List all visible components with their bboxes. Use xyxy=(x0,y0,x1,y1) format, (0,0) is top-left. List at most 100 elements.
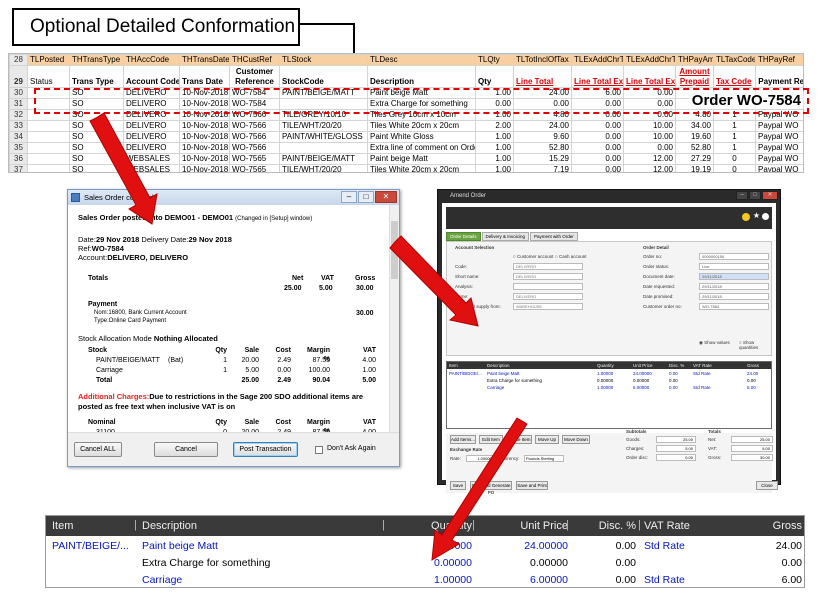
close-icon[interactable]: ✕ xyxy=(762,191,778,200)
column-divider[interactable]: | xyxy=(638,519,641,531)
account-field-input[interactable]: DELIVERO xyxy=(513,293,583,300)
sheet-cell[interactable]: 1.00 xyxy=(475,153,514,165)
grid-column-header[interactable]: Unit Price xyxy=(633,363,653,368)
move-up-button[interactable]: Move Up xyxy=(535,435,559,444)
save-button[interactable]: Save xyxy=(450,481,466,490)
column-header[interactable]: THCustRef xyxy=(229,54,280,66)
sheet-cell[interactable]: 10-Nov-2018 xyxy=(179,153,230,165)
label-cell[interactable]: Amount Prepaid xyxy=(675,65,714,88)
sheet-cell[interactable]: 9.60 xyxy=(513,131,572,143)
close-icon[interactable]: ✕ xyxy=(375,191,397,203)
tab-delivery-invoicing[interactable]: Delivery & Invoicing xyxy=(481,232,530,241)
sheet-cell[interactable]: 0.00 xyxy=(623,142,676,154)
sheet-cell[interactable]: DELIVERO xyxy=(123,131,180,143)
column-header[interactable]: TLTaxCode xyxy=(713,54,756,66)
sheet-cell[interactable]: 1 xyxy=(713,120,756,132)
sheet-cell[interactable]: 0 xyxy=(713,153,756,165)
order-field-input[interactable]: Live xyxy=(699,263,769,270)
zoom-column-header[interactable]: VAT Rate xyxy=(644,520,690,532)
zoom-column-header[interactable]: Description xyxy=(142,520,197,532)
label-cell[interactable]: Line Total xyxy=(513,65,572,88)
sheet-cell[interactable]: 2.00 xyxy=(475,120,514,132)
sheet-cell[interactable]: PAINT/BEIGE/MATT xyxy=(279,153,368,165)
column-header[interactable]: TLDesc xyxy=(367,54,476,66)
save-print-button[interactable]: Save and Print xyxy=(516,481,548,490)
delete-item-button[interactable]: Delete Item xyxy=(506,435,532,444)
grid-column-header[interactable]: VAT Rate xyxy=(693,363,712,368)
column-header[interactable]: THPayAmt xyxy=(675,54,714,66)
sheet-cell[interactable] xyxy=(27,142,70,154)
column-divider[interactable]: | xyxy=(382,519,385,531)
radio-show-quantities[interactable]: ○ Show quantities xyxy=(739,340,771,350)
label-cell[interactable]: Line Total Ex2 xyxy=(623,65,676,88)
sheet-cell[interactable]: 1 xyxy=(713,131,756,143)
sheet-cell[interactable]: 15.29 xyxy=(513,153,572,165)
zoom-row[interactable]: Carriage 1.00000 6.00000 0.00 Std Rate 6.00 xyxy=(46,572,804,589)
account-field-input[interactable] xyxy=(513,283,583,290)
sheet-cell[interactable]: 1.00 xyxy=(475,164,514,172)
column-header[interactable]: THTransType xyxy=(69,54,124,66)
sheet-cell[interactable]: 10-Nov-2018 xyxy=(179,131,230,143)
sheet-cell[interactable]: 10-Nov-2018 xyxy=(179,164,230,172)
column-header[interactable]: TLExAddChrTo xyxy=(571,54,624,66)
sheet-cell[interactable]: WEBSALES xyxy=(123,164,180,172)
sheet-cell[interactable]: 24.00 xyxy=(513,120,572,132)
zoom-column-header[interactable]: Gross xyxy=(726,520,802,532)
sheet-cell[interactable]: SO xyxy=(69,164,124,172)
order-field-input[interactable]: 29/11/2018 xyxy=(699,293,769,300)
radio-show-values[interactable]: ◉ Show values xyxy=(699,340,730,346)
account-field-input[interactable]: DELIVERO xyxy=(513,273,583,280)
label-cell[interactable]: Account Code xyxy=(123,65,180,88)
sheet-cell[interactable]: Paint beige Matt xyxy=(367,153,476,165)
sheet-cell[interactable]: 10-Nov-2018 xyxy=(179,142,230,154)
save-generate-po-button[interactable]: Save and Generate PO xyxy=(470,481,512,495)
minimize-icon[interactable]: – xyxy=(736,191,748,200)
column-header[interactable]: THAccCode xyxy=(123,54,180,66)
sheet-cell[interactable]: 12.00 xyxy=(623,153,676,165)
smiley-icon[interactable] xyxy=(742,213,750,221)
column-header[interactable]: TLStock xyxy=(279,54,368,66)
zoom-row[interactable]: PAINT/BEIGE/... Paint beige Matt 1.00000 24… xyxy=(46,538,804,555)
order-field-input[interactable]: 29/11/2018 xyxy=(699,283,769,290)
rate-input[interactable]: 1.000000 xyxy=(466,455,496,462)
grid-row[interactable]: Carriage 1.00000 6.00000 0.00 Std Rate 6.00 xyxy=(447,384,771,391)
zoom-row[interactable]: Extra Charge for something 0.00000 0.00000… xyxy=(46,555,804,572)
account-field-input[interactable]: DELIVERO xyxy=(513,263,583,270)
order-field-input[interactable]: WO-7584 xyxy=(699,303,769,310)
dialog-scrollbar[interactable] xyxy=(389,205,399,432)
sheet-cell[interactable]: Paypal WO xyxy=(755,142,803,154)
label-cell[interactable]: StockCode xyxy=(279,65,368,88)
sheet-cell[interactable]: Extra line of comment on Orde xyxy=(367,142,476,154)
sheet-cell[interactable]: PAINT/WHITE/GLOSS xyxy=(279,131,368,143)
label-cell[interactable]: Trans Type xyxy=(69,65,124,88)
order-field-input[interactable]: 29/11/2018 xyxy=(699,273,769,280)
maximize-icon[interactable]: □ xyxy=(358,191,374,203)
cancel-button[interactable]: Cancel xyxy=(154,442,218,457)
sheet-cell[interactable]: 0.00 xyxy=(571,120,624,132)
label-cell[interactable]: Payment Ref xyxy=(755,65,803,88)
sheet-cell[interactable]: WO-7566 xyxy=(229,142,280,154)
column-header[interactable]: THTransDate xyxy=(179,54,230,66)
cancel-all-button[interactable]: Cancel ALL xyxy=(74,442,122,457)
star-icon[interactable]: ★ xyxy=(753,211,760,220)
sheet-cell[interactable]: Tiles White 20cm x 20cm xyxy=(367,120,476,132)
column-header[interactable]: TLExAddChrTo xyxy=(623,54,676,66)
sheet-cell[interactable]: SO xyxy=(69,120,124,132)
sheet-cell[interactable]: 19.60 xyxy=(675,131,714,143)
close-button[interactable]: Close xyxy=(756,481,778,490)
grid-column-header[interactable]: Disc. % xyxy=(669,363,684,368)
column-header[interactable]: TLQty xyxy=(475,54,514,66)
add-items-button[interactable]: Add Items... xyxy=(450,435,476,444)
sheet-cell[interactable]: 0 xyxy=(713,164,756,172)
sheet-cell[interactable]: Paypal WO xyxy=(755,131,803,143)
sheet-cell[interactable]: DELIVERO xyxy=(123,142,180,154)
sheet-cell[interactable]: TILE/WHT/20/20 xyxy=(279,164,368,172)
grid-column-header[interactable]: Quantity xyxy=(597,363,614,368)
maximize-icon[interactable]: □ xyxy=(749,191,761,200)
zoom-column-header[interactable]: Quantity xyxy=(386,520,472,532)
sheet-cell[interactable]: SO xyxy=(69,153,124,165)
column-header[interactable]: THPayRef xyxy=(755,54,803,66)
sheet-cell[interactable] xyxy=(27,131,70,143)
tab-order-details[interactable]: Order Details xyxy=(446,232,481,241)
grid-row[interactable]: PAINT/BEIGE/... Paint beige Matt 1.00000 24… xyxy=(447,370,771,377)
